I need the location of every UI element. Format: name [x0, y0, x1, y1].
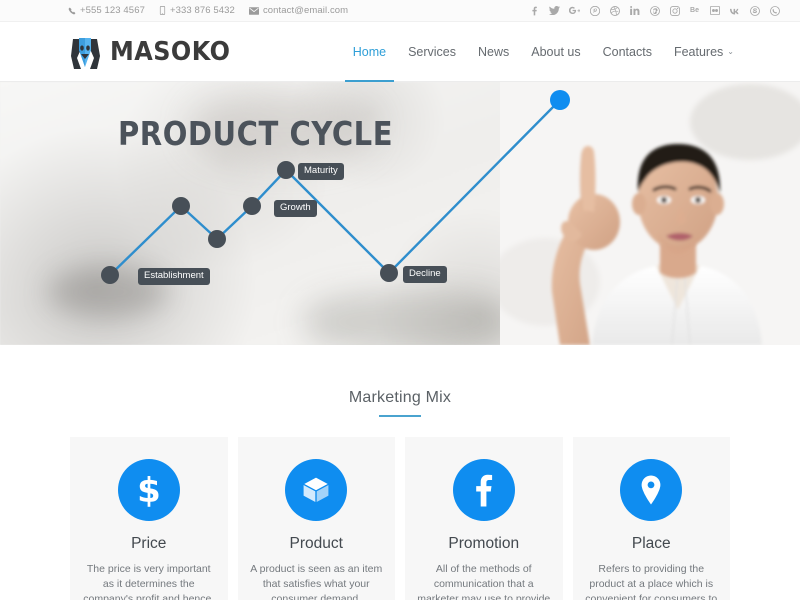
- chart-node-endpoint: [550, 90, 570, 110]
- facebook-icon[interactable]: [529, 5, 540, 16]
- card-price[interactable]: $ Price The price is very important as i…: [70, 437, 228, 600]
- linkedin-icon[interactable]: [629, 5, 640, 16]
- pinterest-icon[interactable]: [589, 5, 600, 16]
- dollar-icon: $: [117, 459, 180, 521]
- behance-icon[interactable]: Be: [689, 5, 700, 16]
- twitter-icon[interactable]: [549, 5, 560, 16]
- card-title: Place: [631, 535, 671, 552]
- nav-item-home[interactable]: Home: [344, 22, 395, 82]
- phone-secondary-text: +333 876 5432: [169, 5, 235, 16]
- nav-item-news-label: News: [478, 44, 510, 59]
- hero-title: PRODUCT CYCLE: [118, 114, 394, 153]
- card-text: The price is very important as it determ…: [83, 563, 215, 600]
- marketing-mix-section: Marketing Mix $ Price The price is very …: [0, 345, 800, 600]
- nav-item-features[interactable]: Features ⌄: [674, 22, 734, 81]
- chart-node-2: [172, 197, 190, 215]
- nav-item-about-us-label: About us: [531, 44, 581, 59]
- page-root: +555 123 4567 +333 876 5432 contact@emai…: [0, 0, 800, 600]
- top-contact-bar: +555 123 4567 +333 876 5432 contact@emai…: [0, 0, 800, 22]
- flickr-icon[interactable]: [709, 5, 720, 16]
- email-contact[interactable]: contact@email.com: [248, 5, 349, 16]
- google-plus-icon[interactable]: [569, 5, 580, 16]
- chart-label-decline: Decline: [403, 266, 447, 283]
- card-text: All of the methods of communication that…: [417, 563, 551, 600]
- mask-logo-icon: [71, 37, 100, 69]
- nav-item-contacts[interactable]: Contacts: [603, 22, 652, 81]
- nav-item-features-label: Features: [673, 44, 724, 59]
- nav-item-news[interactable]: News: [478, 22, 509, 81]
- logo-text: MASOKO: [110, 36, 231, 67]
- map-pin-icon: [620, 459, 683, 521]
- main-navigation: Home Services News About us Contacts Fea…: [344, 22, 800, 82]
- site-header: MASOKO Home Services News About us Conta…: [0, 22, 800, 82]
- email-text: contact@email.com: [262, 5, 349, 16]
- hero-banner: PRODUCT CYCLE Establishment Growth Matur…: [0, 82, 800, 345]
- card-text: A product is seen as an item that satisf…: [250, 563, 383, 600]
- section-title: Marketing Mix: [348, 389, 452, 406]
- vk-icon[interactable]: [729, 5, 740, 16]
- chart-node-maturity: [277, 161, 295, 179]
- phone-secondary[interactable]: +333 876 5432: [159, 5, 235, 16]
- contact-info-group: +555 123 4567 +333 876 5432 contact@emai…: [68, 5, 348, 16]
- whatsapp-icon[interactable]: [769, 5, 780, 16]
- chart-label-maturity: Maturity: [298, 163, 344, 180]
- stumbleupon-icon[interactable]: [649, 5, 660, 16]
- phone-icon: [68, 7, 76, 15]
- chart-node-3: [208, 230, 226, 248]
- card-text: Refers to providing the product at a pla…: [585, 563, 718, 600]
- card-place[interactable]: Place Refers to providing the product at…: [572, 437, 730, 600]
- dribbble-icon[interactable]: [609, 5, 620, 16]
- card-product[interactable]: Product A product is seen as an item tha…: [237, 437, 395, 600]
- phone-primary[interactable]: +555 123 4567: [68, 5, 145, 16]
- chart-node-growth: [243, 197, 261, 215]
- skype-icon[interactable]: [749, 5, 760, 16]
- nav-item-about-us[interactable]: About us: [531, 22, 580, 81]
- chart-label-growth: Growth: [274, 200, 317, 217]
- phone-primary-text: +555 123 4567: [80, 5, 145, 16]
- instagram-icon[interactable]: [669, 5, 680, 16]
- logo[interactable]: MASOKO: [68, 35, 241, 69]
- chart-node-decline: [380, 264, 398, 282]
- nav-item-services[interactable]: Services: [408, 22, 456, 81]
- card-promotion[interactable]: Promotion All of the methods of communic…: [405, 437, 563, 600]
- mobile-icon: [159, 6, 166, 15]
- nav-item-home-label: Home: [352, 44, 387, 59]
- card-title: Promotion: [448, 535, 520, 552]
- envelope-icon: [248, 6, 259, 15]
- svg-text:$: $: [137, 473, 161, 507]
- marketing-mix-cards: $ Price The price is very important as i…: [0, 417, 800, 600]
- card-title: Product: [289, 535, 343, 552]
- card-title: Price: [131, 535, 167, 552]
- facebook-icon: [452, 459, 515, 521]
- social-links-group: Be: [529, 5, 786, 16]
- chart-label-establishment: Establishment: [138, 268, 210, 285]
- chart-node-establishment: [101, 266, 119, 284]
- box-icon: [285, 459, 348, 521]
- nav-item-contacts-label: Contacts: [602, 44, 652, 59]
- chevron-down-icon: ⌄: [727, 47, 734, 56]
- nav-item-services-label: Services: [408, 44, 456, 59]
